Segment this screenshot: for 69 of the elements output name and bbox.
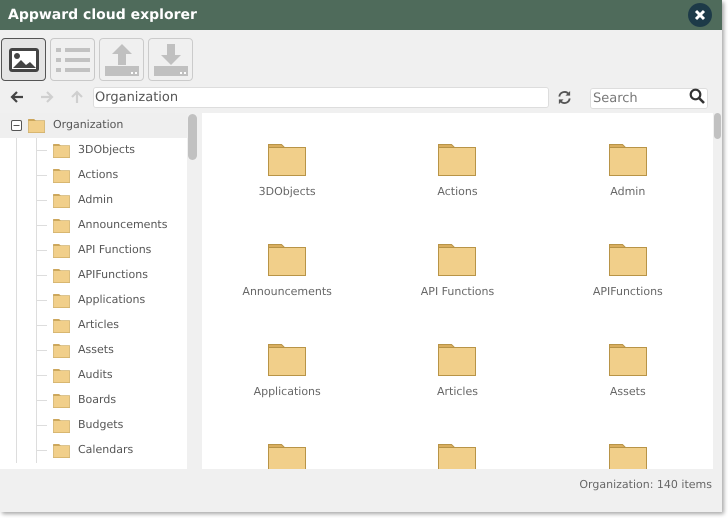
folder-icon	[438, 144, 476, 176]
list-icon	[56, 46, 90, 72]
image-icon	[8, 46, 40, 72]
refresh-icon[interactable]	[557, 90, 572, 104]
folder-icon	[53, 318, 70, 332]
folder-icon	[53, 268, 70, 282]
folder-icon	[268, 144, 306, 176]
close-button[interactable]	[688, 3, 712, 27]
tree-item[interactable]: Calendars	[0, 438, 187, 463]
tree-item[interactable]: Admin	[0, 188, 187, 213]
forward-arrow-icon	[39, 89, 55, 105]
status-text: Organization: 140 items	[579, 477, 712, 493]
folder-label[interactable]: API Functions	[420, 284, 494, 300]
folder-label[interactable]: Announcements	[242, 284, 332, 300]
folder-icon	[53, 294, 70, 308]
folder-label[interactable]: 3DObjects	[258, 184, 316, 200]
folder-icon	[28, 118, 45, 132]
up-arrow-icon	[69, 89, 85, 105]
tree-item[interactable]: Boards	[0, 388, 187, 413]
folder-icon	[608, 144, 647, 176]
search-icon[interactable]	[689, 88, 705, 104]
folder-icon	[268, 344, 306, 376]
folder-label[interactable]: Admin	[610, 184, 646, 200]
folder-icon	[53, 194, 70, 208]
close-icon	[694, 9, 706, 21]
back-button[interactable]	[9, 89, 25, 105]
folder-label[interactable]: APIFunctions	[592, 284, 663, 300]
search-field[interactable]: Search	[590, 88, 708, 109]
folder-icon	[53, 444, 70, 458]
folder-icon	[438, 344, 476, 376]
folder-icon	[53, 344, 70, 358]
folder-icon	[53, 168, 70, 182]
back-arrow-icon	[9, 89, 25, 105]
folder-label[interactable]: Applications	[254, 384, 321, 400]
folder-label[interactable]: Articles	[436, 384, 478, 400]
tree-item[interactable]: Organization	[0, 113, 187, 138]
image-view-button[interactable]	[1, 38, 46, 81]
tree-item[interactable]: Budgets	[0, 413, 187, 438]
folder-icon	[608, 244, 647, 276]
folder-icon	[608, 444, 647, 469]
tree-item[interactable]: APIFunctions	[0, 263, 187, 288]
tree-item[interactable]: Articles	[0, 313, 187, 338]
tree-item[interactable]: Actions	[0, 163, 187, 188]
folder-icon	[53, 144, 70, 158]
upload-icon	[104, 44, 138, 76]
tree-item[interactable]: 3DObjects	[0, 138, 187, 163]
tree-item[interactable]: Assets	[0, 338, 187, 363]
collapse-icon	[11, 120, 22, 131]
folder-icon	[53, 368, 70, 382]
folder-icon	[53, 218, 70, 232]
tree-item[interactable]: API Functions	[0, 238, 187, 263]
folder-icon	[438, 444, 476, 469]
scrollbar-thumb[interactable]	[714, 113, 721, 139]
folder-icon	[608, 344, 647, 376]
folder-icon	[53, 418, 70, 432]
scrollbar-thumb[interactable]	[188, 114, 197, 160]
folder-icon	[268, 244, 306, 276]
tree-item[interactable]: Announcements	[0, 213, 187, 238]
window-title: Appward cloud explorer	[8, 6, 197, 24]
path-field[interactable]: Organization	[93, 86, 549, 108]
folder-icon	[53, 394, 70, 408]
folder-icon	[438, 244, 476, 276]
download-icon	[154, 44, 188, 76]
tree-item[interactable]: Applications	[0, 288, 187, 313]
folder-icon	[268, 444, 306, 469]
folder-icon	[53, 244, 70, 258]
folder-label[interactable]: Actions	[437, 184, 478, 200]
tree-item[interactable]: Audits	[0, 363, 187, 388]
folder-label[interactable]: Assets	[610, 384, 646, 400]
